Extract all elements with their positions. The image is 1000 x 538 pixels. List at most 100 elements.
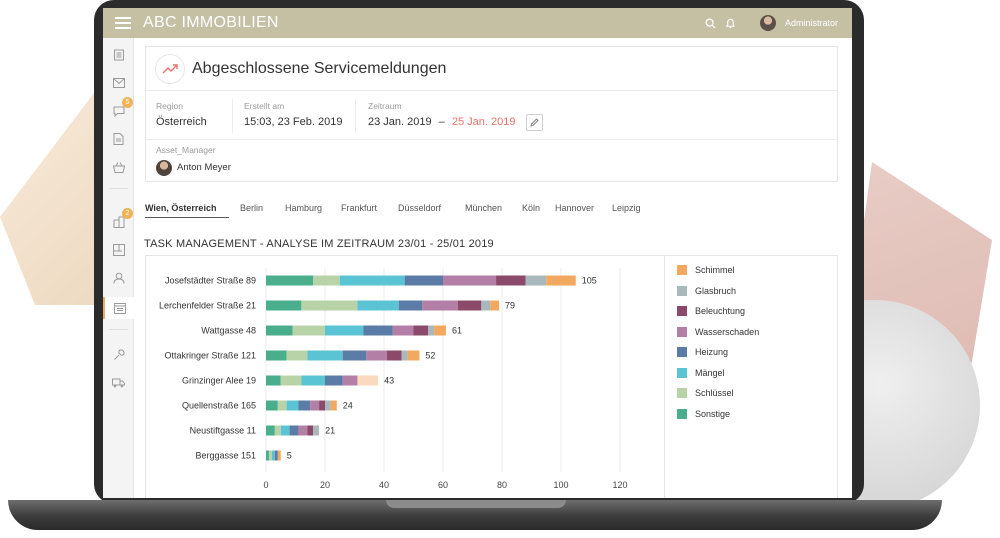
region-value: Österreich [156,116,207,128]
bar-segment [325,400,331,411]
floorplan-icon [112,244,125,256]
tab-hamburg[interactable]: Hamburg [285,203,322,213]
chat-bubble-icon [113,106,124,117]
bar-segment [274,425,281,436]
tab-berlin[interactable]: Berlin [240,203,263,213]
search-icon[interactable] [705,17,716,29]
title-row: Abgeschlossene Servicemeldungen [146,47,837,91]
bar-segment [357,375,379,386]
bar-segment [342,350,367,361]
bar-segment [525,275,547,286]
legend-item[interactable]: Schimmel [677,264,735,276]
user-name[interactable]: Administrator [785,18,838,28]
legend-swatch [677,306,687,316]
bar-total-label: 52 [425,351,435,361]
legend-label: Sonstige [695,408,731,419]
legend-item[interactable]: Wasserschaden [677,326,759,338]
tab-hannover[interactable]: Hannover [555,203,594,213]
legend-item[interactable]: Glasbruch [677,285,736,297]
legend-label: Heizung [695,347,729,357]
sidebar-item-documents[interactable] [103,44,134,66]
category-label: Lerchenfelder Straße 21 [159,301,256,311]
legend-item[interactable]: Schlüssel [677,387,734,399]
bar-total-label: 79 [505,301,515,311]
report-header-card: Abgeschlossene Servicemeldungen Region Ö… [145,46,838,182]
hamburger-menu-icon[interactable] [115,17,131,29]
bar-segment [289,425,299,436]
sidebar-item-messages[interactable]: 5 [103,97,134,122]
bar-segment [286,400,299,411]
tab-wien[interactable]: Wien, Österreich [145,203,216,213]
period-dash: – [438,116,445,128]
sidebar-item-tools[interactable] [103,344,134,366]
legend-item[interactable]: Beleuchtung [677,305,745,317]
period-from: 23 Jan. 2019 [368,116,432,128]
bar-segment [325,325,364,336]
background-wood-shape [0,85,100,305]
legend-swatch [677,367,687,378]
card-divider [146,139,837,140]
legend-swatch [677,388,687,398]
bar-segment [392,325,414,336]
tab-leipzig[interactable]: Leipzig [612,203,641,213]
bar-total-label: 21 [325,426,335,436]
document-list-icon [113,49,124,61]
trend-icon [155,53,185,84]
file-icon [113,133,124,145]
bar-segment [434,325,446,336]
sidebar-item-floorplan[interactable] [103,239,134,261]
bell-icon[interactable] [725,18,736,29]
sidebar-item-shop[interactable] [103,156,134,178]
top-bar-actions: Administrator [705,8,838,38]
pencil-icon [530,118,539,127]
bar-segment [292,325,325,336]
sidebar-item-buildings[interactable]: 2 [103,208,134,233]
sidebar-item-reports[interactable] [103,128,134,150]
stacked-bar-chart: 0 20 40 60 80 100 120 Josefstädter Straße 89 105… [159,268,628,498]
bar-segment [325,375,343,386]
x-tick-label: 40 [379,480,389,490]
bar-segment [313,425,320,436]
bar-segment [268,450,272,461]
wrench-icon [113,349,125,360]
tab-frankfurt[interactable]: Frankfurt [341,203,377,213]
tab-duesseldorf[interactable]: Düsseldorf [398,203,441,213]
bar-segment [404,275,443,286]
field-divider [232,99,233,133]
edit-period-button[interactable] [526,114,543,131]
legend-swatch [677,326,687,337]
legend-swatch [677,408,687,419]
x-tick-label: 100 [553,480,568,490]
tab-koeln[interactable]: Köln [522,203,540,213]
legend-label: Glasbruch [695,285,737,296]
bar-segment [266,375,281,386]
bar-segment [342,375,358,386]
bar-segment [386,350,402,361]
category-label: Quellenstraße 165 [182,401,256,411]
bar-segment [330,400,337,411]
bar-total-label: 61 [452,326,462,336]
user-avatar[interactable] [759,15,776,31]
calendar-chart-icon [113,303,126,314]
truck-icon [112,378,125,388]
tab-muenchen[interactable]: München [465,203,502,213]
x-axis-title: ANZAHL DER SERVICEMELDUNGEN [310,497,457,498]
legend-swatch [677,285,687,296]
sidebar-item-mail[interactable] [103,72,134,94]
sidebar-item-users[interactable] [103,267,134,289]
sidebar-item-delivery[interactable] [103,372,134,394]
basket-icon [112,161,125,173]
bar-segment [496,275,526,286]
mail-icon [112,78,125,88]
legend-item[interactable]: Heizung [677,346,728,358]
legend-item[interactable]: Mängel [677,367,725,379]
bar-segment [310,400,320,411]
legend-item[interactable]: Sonstige [677,408,730,420]
manager-name: Anton Meyer [177,162,231,173]
field-divider [355,99,356,133]
bar-segment [546,275,576,286]
sidebar-item-analytics[interactable] [103,297,134,319]
bar-segment [266,450,269,461]
bar-segment [280,425,290,436]
bar-segment [422,300,458,311]
